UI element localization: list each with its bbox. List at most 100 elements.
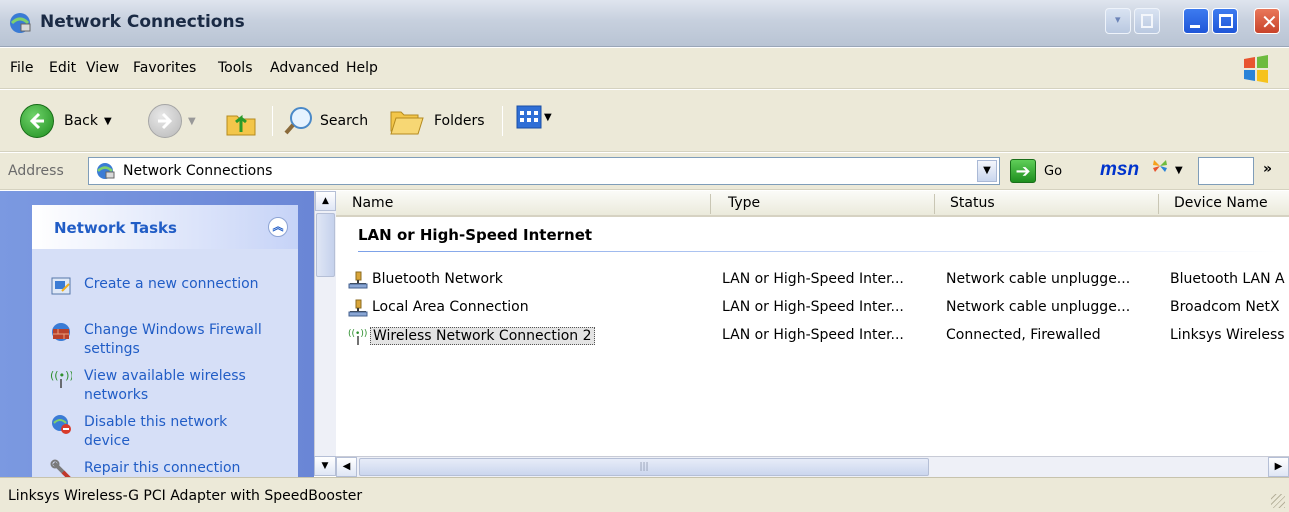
wireless-icon: ((•)) <box>50 369 72 388</box>
address-value: Network Connections <box>123 163 273 179</box>
menu-file[interactable]: File <box>10 60 33 76</box>
maximize-button[interactable] <box>1212 8 1238 34</box>
scroll-up-icon[interactable]: ▲ <box>315 191 336 211</box>
connection-device: Bluetooth LAN A <box>1170 271 1285 287</box>
column-header-device-name[interactable]: Device Name <box>1174 195 1268 211</box>
menu-bar: File Edit View Favorites Tools Advanced … <box>0 48 1289 89</box>
toolbar: Back ▼ ▼ Search Folders ▼ <box>0 90 1289 152</box>
ghost-restore-button[interactable] <box>1134 8 1160 34</box>
address-dropdown-icon[interactable]: ▼ <box>977 160 997 182</box>
back-button[interactable]: Back ▼ <box>20 104 112 138</box>
column-divider[interactable] <box>710 194 711 214</box>
connection-name: Wireless Network Connection 2 <box>370 327 595 345</box>
toolbar-chevron[interactable]: » <box>1263 161 1272 177</box>
task-create-connection[interactable]: Create a new connection <box>50 275 264 297</box>
minimize-button[interactable] <box>1183 8 1209 34</box>
connection-type: LAN or High-Speed Inter... <box>722 299 904 315</box>
msn-search-input[interactable] <box>1198 157 1254 185</box>
scroll-left-icon[interactable]: ◀ <box>336 457 357 477</box>
horizontal-scrollbar[interactable]: ◀ ||| ▶ <box>336 456 1289 477</box>
table-row-selected[interactable]: ((•)) Wireless Network Connection 2 LAN … <box>336 323 1289 349</box>
column-header-status[interactable]: Status <box>950 195 995 211</box>
scroll-thumb[interactable]: ||| <box>359 458 929 476</box>
folders-label: Folders <box>434 113 485 129</box>
collapse-icon[interactable]: ︽ <box>268 217 288 237</box>
task-change-firewall[interactable]: Change Windows Firewall settings <box>50 321 264 359</box>
menu-view[interactable]: View <box>86 60 119 76</box>
go-button[interactable]: ➔ Go <box>1010 159 1062 183</box>
address-bar: Address Network Connections ▼ ➔ Go msn ▼… <box>0 153 1289 190</box>
back-dropdown-icon[interactable]: ▼ <box>104 116 112 127</box>
resize-grip-icon[interactable] <box>1271 494 1285 508</box>
views-button[interactable]: ▼ <box>516 104 552 130</box>
scroll-down-icon[interactable]: ▼ <box>314 456 336 476</box>
up-folder-icon[interactable] <box>224 104 258 138</box>
forward-button[interactable]: ▼ <box>148 104 196 138</box>
menu-help[interactable]: Help <box>346 60 378 76</box>
scroll-thumb[interactable] <box>316 213 335 277</box>
scroll-right-icon[interactable]: ▶ <box>1268 457 1289 477</box>
toolbar-separator <box>502 106 503 136</box>
folders-icon <box>390 111 424 135</box>
toolbar-separator <box>272 106 273 136</box>
search-label: Search <box>320 113 369 129</box>
table-row[interactable]: Local Area Connection LAN or High-Speed … <box>336 295 1289 321</box>
connection-status: Connected, Firewalled <box>946 327 1101 343</box>
column-divider[interactable] <box>1158 194 1159 214</box>
network-tasks-panel: Network Tasks ︽ Create a new connection … <box>32 205 298 481</box>
connection-status: Network cable unplugge... <box>946 271 1131 287</box>
close-button[interactable]: ✕ <box>1254 8 1280 34</box>
window-title: Network Connections <box>40 12 245 32</box>
connection-device: Linksys Wireless <box>1170 327 1285 343</box>
msn-dropdown-icon[interactable]: ▼ <box>1175 165 1183 176</box>
forward-dropdown-icon[interactable]: ▼ <box>188 116 196 127</box>
column-header-name[interactable]: Name <box>352 195 393 211</box>
menu-favorites[interactable]: Favorites <box>133 60 196 76</box>
column-headers: Name Type Status Device Name <box>336 191 1289 217</box>
search-button[interactable]: Search <box>282 104 368 138</box>
folders-button[interactable]: Folders <box>388 104 485 138</box>
address-label: Address <box>8 163 64 179</box>
task-view-wireless[interactable]: ((•)) View available wireless networks <box>50 367 264 405</box>
task-disable-device[interactable]: Disable this network device <box>50 413 264 451</box>
status-text: Linksys Wireless-G PCI Adapter with Spee… <box>8 488 363 504</box>
lan-icon <box>348 271 368 289</box>
msn-logo[interactable]: msn <box>1100 159 1139 181</box>
task-label: Disable this network device <box>84 414 228 449</box>
network-tasks-header[interactable]: Network Tasks ︽ <box>32 205 298 249</box>
views-dropdown-icon[interactable]: ▼ <box>544 112 552 123</box>
title-bar[interactable]: Network Connections ▾ ✕ <box>0 0 1289 47</box>
menu-tools[interactable]: Tools <box>218 60 253 76</box>
menu-advanced[interactable]: Advanced <box>270 60 339 76</box>
connections-list: Name Type Status Device Name LAN or High… <box>336 191 1289 456</box>
network-connections-icon <box>97 163 115 179</box>
group-divider <box>358 251 1278 252</box>
lan-icon <box>348 299 368 317</box>
new-connection-icon <box>51 277 71 295</box>
menu-edit[interactable]: Edit <box>49 60 76 76</box>
ghost-menu-button[interactable]: ▾ <box>1105 8 1131 34</box>
task-label: Create a new connection <box>84 276 259 292</box>
connection-device: Broadcom NetX <box>1170 299 1280 315</box>
back-arrow-icon <box>20 104 54 138</box>
go-arrow-icon: ➔ <box>1010 159 1036 183</box>
network-tasks-title: Network Tasks <box>54 219 177 237</box>
vertical-scrollbar[interactable]: ▲ <box>314 191 336 456</box>
task-pane: Network Tasks ︽ Create a new connection … <box>0 191 314 481</box>
search-icon <box>284 107 312 135</box>
go-label: Go <box>1044 163 1063 179</box>
windows-logo-icon <box>1244 55 1268 83</box>
wireless-icon: ((•)) <box>348 329 367 345</box>
disable-device-icon <box>52 415 71 434</box>
table-row[interactable]: Bluetooth Network LAN or High-Speed Inte… <box>336 267 1289 293</box>
connection-type: LAN or High-Speed Inter... <box>722 327 904 343</box>
connection-name: Bluetooth Network <box>372 271 503 287</box>
connection-type: LAN or High-Speed Inter... <box>722 271 904 287</box>
column-divider[interactable] <box>934 194 935 214</box>
msn-butterfly-icon <box>1153 160 1167 172</box>
connection-name: Local Area Connection <box>372 299 529 315</box>
column-header-type[interactable]: Type <box>728 195 760 211</box>
address-input[interactable]: Network Connections ▼ <box>88 157 1000 185</box>
task-label: Change Windows Firewall settings <box>84 322 262 357</box>
forward-arrow-icon <box>148 104 182 138</box>
